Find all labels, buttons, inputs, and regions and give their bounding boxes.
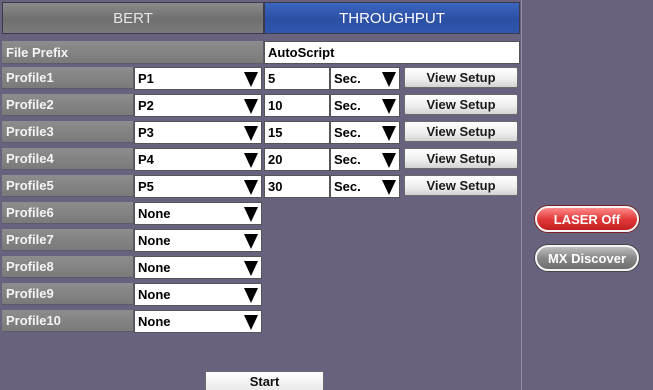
profile1-unit-value: Sec.	[334, 71, 361, 86]
dropdown-arrow-icon	[244, 72, 258, 87]
dropdown-arrow-icon	[244, 153, 258, 168]
dropdown-arrow-icon	[244, 180, 258, 195]
profile6-select[interactable]: None	[134, 202, 262, 225]
profile5-view-setup-button[interactable]: View Setup	[404, 175, 518, 196]
start-button[interactable]: Start	[205, 371, 324, 390]
profile5-select-value: P5	[138, 179, 154, 194]
profile4-select-value: P4	[138, 152, 154, 167]
profile7-label: Profile7	[2, 229, 134, 251]
profile9-select-value: None	[138, 287, 171, 302]
profile2-view-setup-button[interactable]: View Setup	[404, 94, 518, 115]
profile5-unit-select[interactable]: Sec.	[330, 175, 400, 198]
profile6-label: Profile6	[2, 202, 134, 224]
dropdown-arrow-icon	[382, 153, 396, 168]
profile2-unit-value: Sec.	[334, 98, 361, 113]
dropdown-arrow-icon	[244, 207, 258, 222]
profile9-label: Profile9	[2, 283, 134, 305]
dropdown-arrow-icon	[244, 234, 258, 249]
profile4-unit-value: Sec.	[334, 152, 361, 167]
profile1-select[interactable]: P1	[134, 67, 262, 90]
profile8-label: Profile8	[2, 256, 134, 278]
dropdown-arrow-icon	[382, 99, 396, 114]
dropdown-arrow-icon	[382, 126, 396, 141]
profile7-select[interactable]: None	[134, 229, 262, 252]
profile4-view-setup-button[interactable]: View Setup	[404, 148, 518, 169]
profile3-unit-value: Sec.	[334, 125, 361, 140]
profile6-select-value: None	[138, 206, 171, 221]
profile3-select[interactable]: P3	[134, 121, 262, 144]
profile3-view-setup-button[interactable]: View Setup	[404, 121, 518, 142]
profile10-select-value: None	[138, 314, 171, 329]
tab-throughput[interactable]: THROUGHPUT	[264, 2, 520, 34]
profile2-select[interactable]: P2	[134, 94, 262, 117]
side-panel	[521, 0, 653, 390]
profile5-label: Profile5	[2, 175, 134, 197]
profile5-unit-value: Sec.	[334, 179, 361, 194]
profile8-select[interactable]: None	[134, 256, 262, 279]
profile4-label: Profile4	[2, 148, 134, 170]
profile1-unit-select[interactable]: Sec.	[330, 67, 400, 90]
profile2-duration-input[interactable]: 10	[264, 94, 330, 117]
profile8-select-value: None	[138, 260, 171, 275]
profile1-select-value: P1	[138, 71, 154, 86]
profile3-duration-input[interactable]: 15	[264, 121, 330, 144]
profile1-view-setup-button[interactable]: View Setup	[404, 67, 518, 88]
dropdown-arrow-icon	[382, 72, 396, 87]
tab-bert[interactable]: BERT	[2, 2, 264, 34]
file-prefix-label: File Prefix	[2, 41, 264, 64]
profile5-duration-input[interactable]: 30	[264, 175, 330, 198]
profile1-duration-input[interactable]: 5	[264, 67, 330, 90]
dropdown-arrow-icon	[244, 261, 258, 276]
profile2-select-value: P2	[138, 98, 154, 113]
dropdown-arrow-icon	[244, 288, 258, 303]
profile9-select[interactable]: None	[134, 283, 262, 306]
profile4-unit-select[interactable]: Sec.	[330, 148, 400, 171]
profile2-unit-select[interactable]: Sec.	[330, 94, 400, 117]
profile4-duration-input[interactable]: 20	[264, 148, 330, 171]
profile3-unit-select[interactable]: Sec.	[330, 121, 400, 144]
laser-off-button[interactable]: LASER Off	[535, 206, 639, 232]
profile3-label: Profile3	[2, 121, 134, 143]
mx-discover-button[interactable]: MX Discover	[535, 245, 639, 271]
profile7-select-value: None	[138, 233, 171, 248]
dropdown-arrow-icon	[382, 180, 396, 195]
profile2-label: Profile2	[2, 94, 134, 116]
profile10-label: Profile10	[2, 310, 134, 332]
file-prefix-input[interactable]: AutoScript	[264, 41, 520, 64]
dropdown-arrow-icon	[244, 99, 258, 114]
dropdown-arrow-icon	[244, 315, 258, 330]
profile5-select[interactable]: P5	[134, 175, 262, 198]
profile3-select-value: P3	[138, 125, 154, 140]
profile4-select[interactable]: P4	[134, 148, 262, 171]
dropdown-arrow-icon	[244, 126, 258, 141]
profile10-select[interactable]: None	[134, 310, 262, 333]
profile1-label: Profile1	[2, 67, 134, 89]
